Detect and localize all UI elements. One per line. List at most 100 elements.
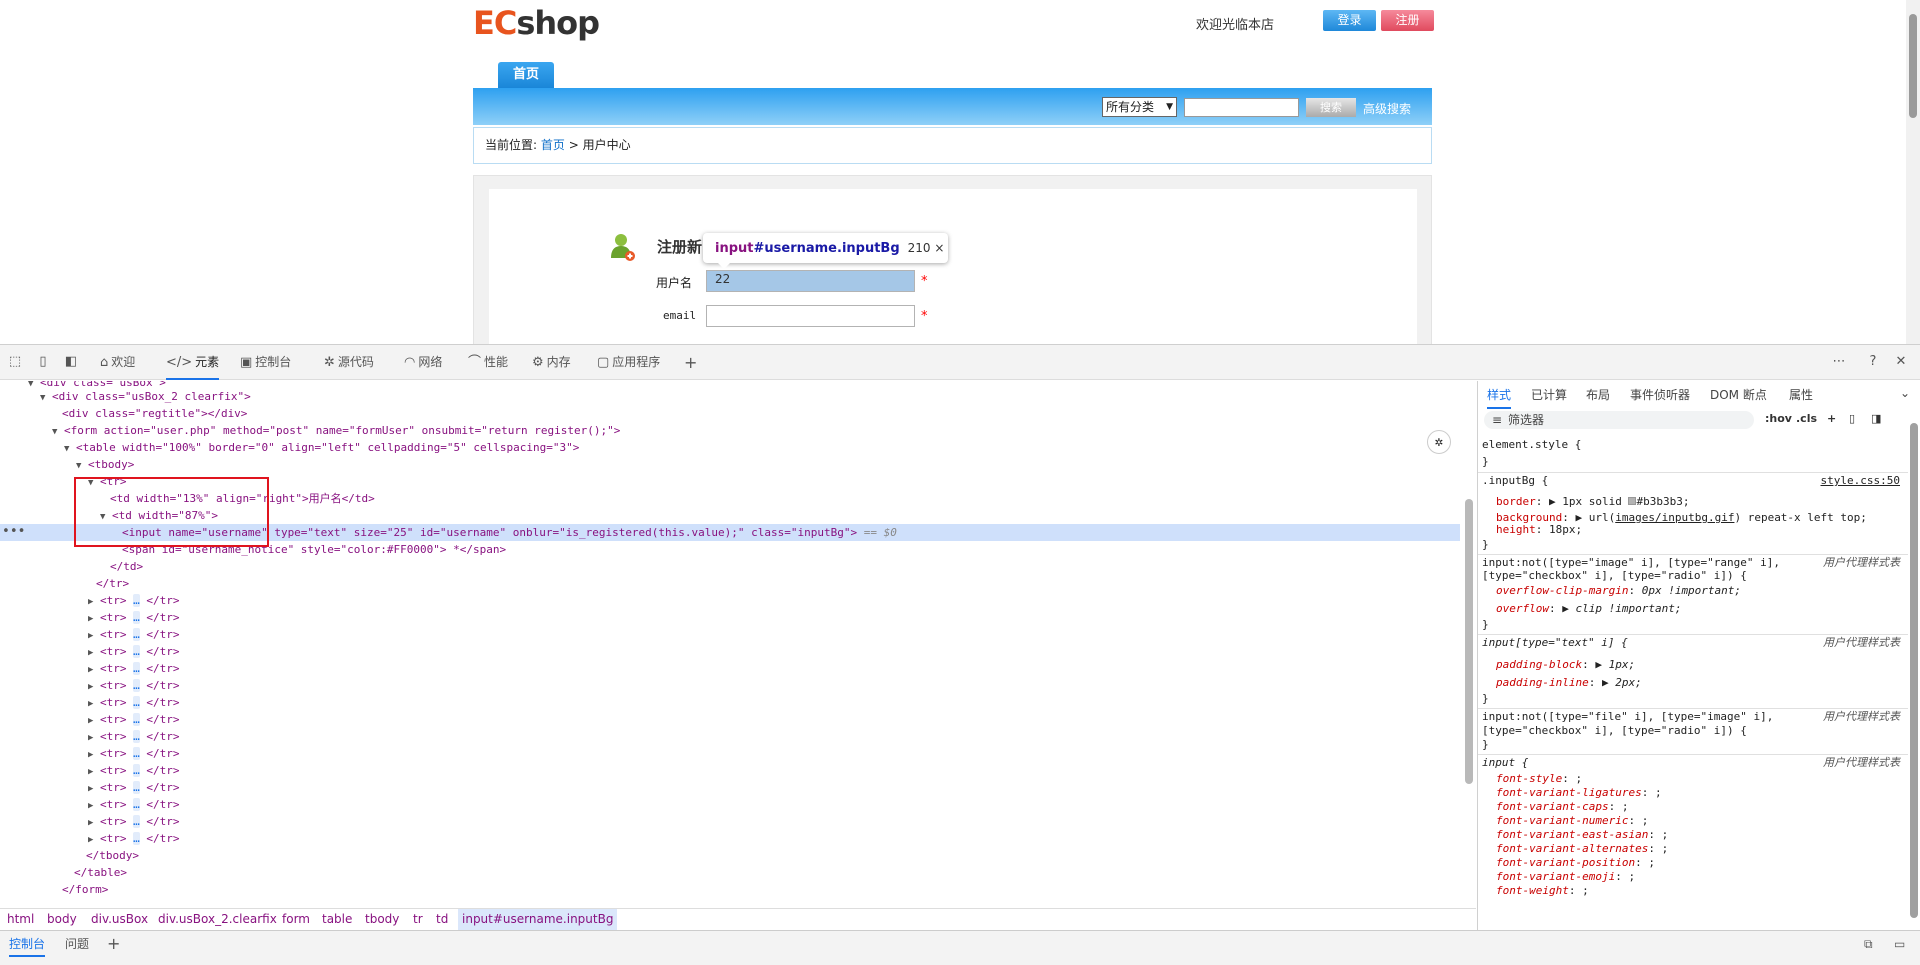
filter-input[interactable]: ≡ 筛选器 (1484, 411, 1754, 429)
dock-icon[interactable]: ◧ (62, 353, 80, 371)
breadcrumb-item-selected[interactable]: input#username.inputBg (458, 909, 618, 931)
tree-node-collapsed[interactable]: ▶ <tr> … </tr> (0, 694, 1460, 711)
add-drawer-tab-icon[interactable]: + (107, 931, 120, 957)
tree-node[interactable]: </tbody> (0, 847, 1460, 864)
tab-dom-breakpoints[interactable]: DOM 断点 (1710, 386, 1767, 403)
breadcrumb-item[interactable]: tbody (365, 909, 399, 931)
nav-tab-home[interactable]: 首页 (498, 62, 554, 88)
tree-node-collapsed[interactable]: ▶ <tr> … </tr> (0, 745, 1460, 762)
expand-dots[interactable]: … (133, 730, 140, 743)
tab-network[interactable]: ◠ 网络 (404, 345, 442, 380)
tree-node-collapsed[interactable]: ▶ <tr> … </tr> (0, 592, 1460, 609)
tree-node[interactable]: ▼ <form action="user.php" method="post" … (0, 422, 1460, 439)
expand-dots[interactable]: … (133, 747, 140, 760)
expand-dots[interactable]: … (133, 645, 140, 658)
styles-scrollbar-thumb[interactable] (1910, 423, 1918, 918)
tab-sources[interactable]: ✲ 源代码 (324, 345, 374, 380)
tab-welcome[interactable]: ⌂ 欢迎 (100, 345, 135, 380)
tab-console[interactable]: ▣ 控制台 (240, 345, 291, 380)
breadcrumb-item[interactable]: html (7, 909, 34, 931)
expand-dots[interactable]: … (133, 611, 140, 624)
breadcrumb-item[interactable]: body (47, 909, 77, 931)
elements-tree[interactable]: ▼ <div class="usBox"> ▼ <div class="usBo… (0, 381, 1478, 908)
site-logo[interactable]: ECshop (473, 4, 600, 42)
decl-padding-block[interactable]: padding-block: ▶ 1px; (1478, 657, 1908, 672)
tree-node-collapsed[interactable]: ▶ <tr> … </tr> (0, 626, 1460, 643)
search-button[interactable]: 搜索 (1306, 98, 1356, 117)
tree-node[interactable]: </form> (0, 881, 1460, 898)
sidebar-toggle-icon[interactable]: ◨ (1871, 412, 1881, 425)
breadcrumb-home-link[interactable]: 首页 (541, 138, 565, 152)
hov-toggle[interactable]: :hov (1765, 412, 1792, 425)
decl-font[interactable]: font-style: ; (1478, 771, 1908, 786)
tab-performance[interactable]: ⌒ 性能 (468, 345, 508, 380)
drawer-tab-issues[interactable]: 问题 (65, 931, 89, 957)
decl-font[interactable]: font-variant-position: ; (1478, 855, 1908, 870)
username-input[interactable] (706, 270, 915, 292)
tree-node-collapsed[interactable]: ▶ <tr> … </tr> (0, 711, 1460, 728)
accessibility-icon[interactable]: ✲ (1427, 430, 1451, 454)
drawer-tab-console[interactable]: 控制台 (9, 931, 46, 957)
tree-node[interactable]: </td> (0, 558, 1460, 575)
breadcrumb-item[interactable]: table (322, 909, 352, 931)
tree-node[interactable]: ▼ <table width="100%" border="0" align="… (0, 439, 1460, 456)
decl-font[interactable]: font-variant-emoji: ; (1478, 869, 1908, 884)
tree-node-collapsed[interactable]: ▶ <tr> … </tr> (0, 830, 1460, 847)
tab-memory[interactable]: ⚙ 内存 (532, 345, 571, 380)
expand-dots[interactable]: … (133, 798, 140, 811)
dock-drawer-icon[interactable]: ⧉ (1864, 931, 1873, 957)
decl-overflow[interactable]: overflow: ▶ clip !important; (1478, 601, 1908, 616)
close-drawer-icon[interactable]: ▭ (1894, 931, 1905, 957)
cls-toggle[interactable]: .cls (1796, 412, 1817, 425)
chevron-down-icon[interactable]: ⌄ (1900, 386, 1910, 400)
tab-computed[interactable]: 已计算 (1531, 386, 1567, 403)
expand-dots[interactable]: … (133, 832, 140, 845)
tree-node-collapsed[interactable]: ▶ <tr> … </tr> (0, 813, 1460, 830)
close-icon[interactable]: ✕ (1892, 353, 1910, 371)
breadcrumb-item[interactable]: tr (413, 909, 423, 931)
expand-dots[interactable]: … (133, 815, 140, 828)
tree-node-collapsed[interactable]: ▶ <tr> … </tr> (0, 677, 1460, 694)
more-icon[interactable]: ••• (2, 524, 25, 539)
add-rule-icon[interactable]: + (1827, 412, 1836, 425)
source-link[interactable]: style.css:50 (1821, 473, 1900, 488)
decl-font[interactable]: font-variant-alternates: ; (1478, 841, 1908, 856)
expand-dots[interactable]: … (133, 594, 140, 607)
tree-node-collapsed[interactable]: ▶ <tr> … </tr> (0, 643, 1460, 660)
page-scrollbar[interactable] (1906, 0, 1920, 344)
inspect-icon[interactable]: ⬚ (6, 353, 24, 371)
breadcrumb-item[interactable]: div.usBox_2.clearfix (158, 909, 277, 931)
expand-dots[interactable]: … (133, 713, 140, 726)
expand-dots[interactable]: … (133, 679, 140, 692)
expand-dots[interactable]: … (133, 764, 140, 777)
decl-font[interactable]: font-variant-east-asian: ; (1478, 827, 1908, 842)
page-scrollbar-thumb[interactable] (1909, 14, 1917, 118)
breadcrumb-item[interactable]: div.usBox (91, 909, 148, 931)
tree-node[interactable]: ▼ <tbody> (0, 456, 1460, 473)
tree-node[interactable]: </table> (0, 864, 1460, 881)
breadcrumb-item[interactable]: form (282, 909, 310, 931)
email-input[interactable] (706, 305, 915, 327)
decl-padding-inline[interactable]: padding-inline: ▶ 2px; (1478, 675, 1908, 690)
tab-event-listeners[interactable]: 事件侦听器 (1630, 386, 1690, 403)
decl-font[interactable]: font-variant-ligatures: ; (1478, 785, 1908, 800)
category-select[interactable]: 所有分类 ▼ (1102, 97, 1177, 117)
expand-dots[interactable]: … (133, 696, 140, 709)
tree-node[interactable]: ▼ <div class="usBox_2 clearfix"> (0, 388, 1460, 405)
decl-border[interactable]: border: ▶ 1px solid #b3b3b3; (1478, 494, 1908, 509)
elements-scrollbar-thumb[interactable] (1465, 499, 1473, 784)
tree-node-collapsed[interactable]: ▶ <tr> … </tr> (0, 762, 1460, 779)
tab-layout[interactable]: 布局 (1586, 386, 1610, 403)
tab-properties[interactable]: 属性 (1789, 386, 1813, 403)
expand-dots[interactable]: … (133, 781, 140, 794)
tree-node[interactable]: </tr> (0, 575, 1460, 592)
tab-styles[interactable]: 样式 (1487, 386, 1512, 409)
register-button[interactable]: 注册 (1381, 10, 1434, 31)
styles-scrollbar[interactable] (1908, 417, 1920, 918)
tree-node-collapsed[interactable]: ▶ <tr> … </tr> (0, 660, 1460, 677)
help-icon[interactable]: ? (1864, 353, 1882, 371)
decl-font[interactable]: font-weight: ; (1478, 883, 1908, 898)
tree-node-collapsed[interactable]: ▶ <tr> … </tr> (0, 728, 1460, 745)
expand-dots[interactable]: … (133, 628, 140, 641)
decl-font[interactable]: font-variant-caps: ; (1478, 799, 1908, 814)
